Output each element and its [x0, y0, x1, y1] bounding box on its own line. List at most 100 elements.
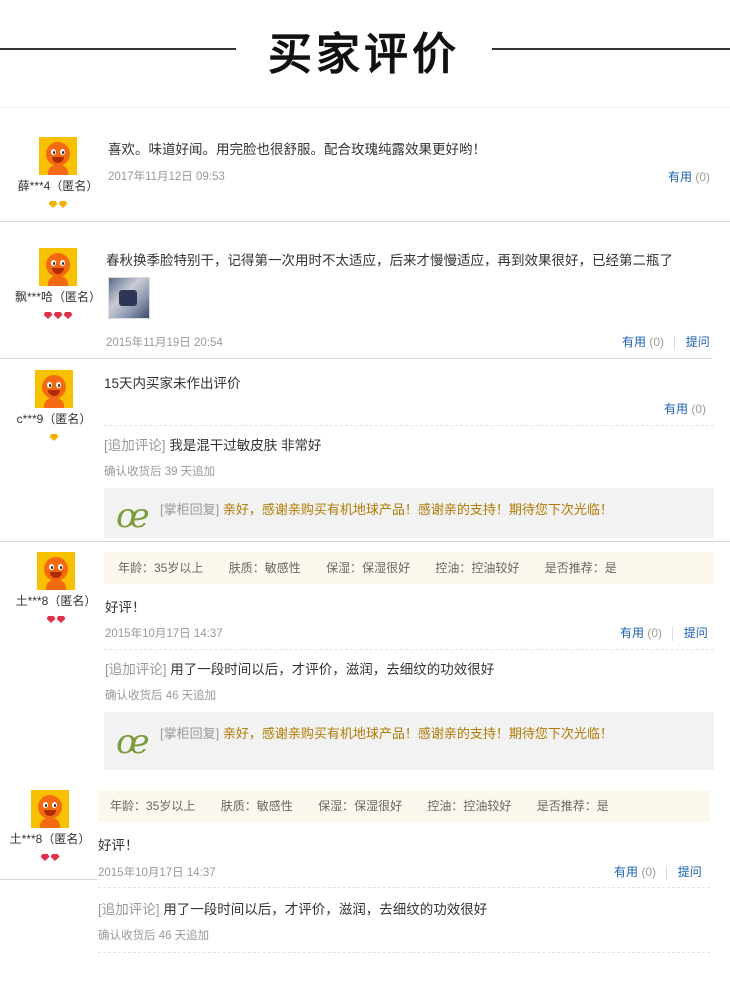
attr-moisture: 保湿：保湿很好	[326, 561, 411, 575]
dashed-divider	[98, 887, 710, 888]
useful-count: (0)	[691, 402, 707, 416]
useful-button[interactable]: 有用	[620, 626, 644, 640]
avatar[interactable]	[39, 137, 77, 175]
useful-action[interactable]: 有用 (0) 提问	[620, 624, 708, 641]
review-date: 2015年10月17日 14:37	[105, 628, 223, 640]
ask-question-button[interactable]: 提问	[684, 626, 708, 640]
review-divider	[0, 358, 712, 359]
review-content: 好评！	[105, 600, 146, 615]
attr-skin-type: 肤质：敏感性	[220, 799, 293, 813]
red-diamond-icon	[43, 312, 53, 319]
append-tag: [追加评论]	[104, 438, 166, 453]
reviewer-info: 飘***哈（匿名）	[8, 248, 108, 319]
reviewer-name: 土***8（匿名）	[15, 594, 97, 608]
append-text: 用了一段时间以后，才评价，滋润，去细纹的功效很好	[170, 662, 495, 677]
avatar[interactable]	[37, 552, 75, 590]
review-content: 春秋换季脸特别干，记得第一次用时不太适应，后来才慢慢适应，再到效果很好，已经第二…	[106, 253, 673, 268]
reviewer-level-badges	[0, 849, 100, 861]
header-left-rule	[0, 48, 236, 50]
appended-review: [追加评论] 用了一段时间以后，才评价，滋润，去细纹的功效很好	[105, 658, 494, 678]
red-diamond-icon	[56, 616, 66, 623]
reviewer-name: 飘***哈（匿名）	[14, 290, 101, 304]
reviewer-info: c***9（匿名）	[4, 370, 104, 441]
seller-reply: [掌柜回复] 亲好，感谢亲购买有机地球产品！感谢亲的支持！期待您下次光临！	[160, 499, 613, 518]
append-text: 我是混干过敏皮肤 非常好	[169, 438, 322, 453]
buyer-attributes: 年龄：35岁以上 肤质：敏感性 保湿：保湿很好 控油：控油较好 是否推荐：是	[104, 552, 714, 584]
review-divider	[0, 541, 730, 542]
useful-count: (0)	[641, 865, 657, 879]
useful-button[interactable]: 有用	[668, 170, 692, 184]
page-header: 买家评价	[0, 0, 730, 108]
reviewer-level-badges	[4, 429, 104, 441]
reviewer-level-badges	[6, 611, 106, 623]
review-date: 2015年11月19日 20:54	[106, 337, 223, 349]
attr-recommend: 是否推荐：是	[536, 799, 609, 813]
buyer-attributes: 年龄：35岁以上 肤质：敏感性 保湿：保湿很好 控油：控油较好 是否推荐：是	[98, 790, 710, 822]
reviewer-name: c***9（匿名）	[16, 412, 92, 426]
useful-action[interactable]: 有用 (0) 提问	[614, 863, 702, 880]
attr-oil-control: 控油：控油较好	[435, 561, 520, 575]
red-diamond-icon	[53, 312, 63, 319]
useful-button[interactable]: 有用	[622, 335, 646, 349]
review-content: 喜欢。味道好闻。用完脸也很舒服。配合玫瑰纯露效果更好哟！	[108, 142, 486, 157]
useful-count: (0)	[647, 626, 663, 640]
reply-text: 亲好，感谢亲购买有机地球产品！感谢亲的支持！期待您下次光临！	[222, 502, 613, 517]
red-diamond-icon	[63, 312, 73, 319]
avatar[interactable]	[35, 370, 73, 408]
appended-review: [追加评论] 我是混干过敏皮肤 非常好	[104, 434, 322, 454]
ask-question-button[interactable]: 提问	[678, 865, 702, 879]
append-tag: [追加评论]	[98, 902, 160, 917]
attr-age: 年龄：35岁以上	[110, 799, 196, 813]
store-logo-icon: œ	[116, 722, 150, 762]
appended-review: [追加评论] 用了一段时间以后，才评价，滋润，去细纹的功效很好	[98, 898, 487, 918]
ask-question-button[interactable]: 提问	[686, 335, 710, 349]
reviewer-name: 土***8（匿名）	[9, 832, 91, 846]
useful-action[interactable]: 有用 (0) 提问	[622, 333, 710, 350]
append-time: 确认收货后 46 天追加	[98, 930, 210, 942]
action-divider	[674, 335, 676, 350]
red-diamond-icon	[40, 854, 50, 861]
useful-count: (0)	[695, 170, 711, 184]
useful-count: (0)	[649, 335, 665, 349]
header-right-rule	[492, 48, 730, 50]
reviewer-level-badges	[8, 196, 108, 208]
useful-button[interactable]: 有用	[664, 402, 688, 416]
action-divider	[666, 865, 668, 880]
useful-action[interactable]: 有用 (0)	[668, 168, 710, 185]
reviewer-info: 薛***4（匿名）	[8, 137, 108, 208]
useful-button[interactable]: 有用	[614, 865, 638, 879]
review-photo-thumbnail[interactable]	[108, 277, 150, 319]
useful-action[interactable]: 有用 (0)	[664, 400, 706, 417]
append-tag: [追加评论]	[105, 662, 167, 677]
reviewer-info: 土***8（匿名）	[0, 790, 100, 861]
avatar[interactable]	[31, 790, 69, 828]
action-divider	[672, 626, 674, 641]
append-text: 用了一段时间以后，才评价，滋润，去细纹的功效很好	[163, 902, 488, 917]
attr-age: 年龄：35岁以上	[118, 561, 204, 575]
append-time: 确认收货后 39 天追加	[104, 466, 216, 478]
review-divider	[0, 221, 730, 222]
reply-tag: [掌柜回复]	[160, 726, 220, 741]
gold-diamond-icon	[49, 434, 59, 441]
red-diamond-icon	[50, 854, 60, 861]
seller-reply: [掌柜回复] 亲好，感谢亲购买有机地球产品！感谢亲的支持！期待您下次光临！	[160, 723, 613, 742]
page-title: 买家评价	[268, 29, 460, 80]
dashed-divider	[104, 649, 714, 650]
append-time: 确认收货后 46 天追加	[105, 690, 217, 702]
dashed-divider	[98, 952, 710, 953]
review-date: 2015年10月17日 14:37	[98, 867, 216, 879]
avatar[interactable]	[39, 248, 77, 286]
review-date: 2017年11月12日 09:53	[108, 171, 225, 183]
seller-reply-box: œ [掌柜回复] 亲好，感谢亲购买有机地球产品！感谢亲的支持！期待您下次光临！	[104, 488, 714, 538]
reviewer-name: 薛***4（匿名）	[17, 179, 99, 193]
gold-diamond-icon	[58, 201, 68, 208]
reviewer-info: 土***8（匿名）	[6, 552, 106, 623]
store-logo-icon: œ	[116, 496, 150, 536]
attr-recommend: 是否推荐：是	[544, 561, 617, 575]
review-content: 好评！	[98, 838, 139, 853]
reply-tag: [掌柜回复]	[160, 502, 220, 517]
review-content: 15天内买家未作出评价	[104, 376, 241, 391]
seller-reply-box: œ [掌柜回复] 亲好，感谢亲购买有机地球产品！感谢亲的支持！期待您下次光临！	[104, 712, 714, 770]
gold-diamond-icon	[48, 201, 58, 208]
reviewer-level-badges	[8, 307, 108, 319]
